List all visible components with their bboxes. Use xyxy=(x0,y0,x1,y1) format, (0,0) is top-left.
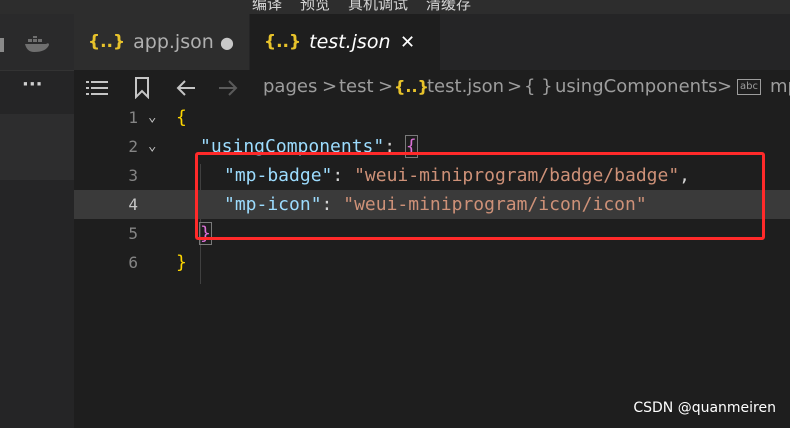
object-icon: { } xyxy=(524,76,553,97)
split-icon[interactable] xyxy=(0,38,6,52)
breadcrumb-mp[interactable]: mp xyxy=(770,76,790,97)
json-file-icon: {..} xyxy=(88,32,126,52)
sidebar: ··· xyxy=(0,14,74,428)
json-file-icon: {..} xyxy=(264,32,302,52)
sidebar-selected-row[interactable] xyxy=(0,114,74,180)
brace: } xyxy=(176,252,187,273)
breadcrumb-pages[interactable]: pages xyxy=(263,76,317,97)
line-number: 5 xyxy=(128,224,138,243)
clear-cache-button[interactable]: 清缓存 xyxy=(426,0,471,14)
fold-chevron-icon[interactable]: ⌄ xyxy=(148,103,156,132)
line-number: 6 xyxy=(128,253,138,272)
docker-icon[interactable] xyxy=(24,36,50,54)
breadcrumb-test-json[interactable]: test.json xyxy=(427,76,504,97)
sidebar-header xyxy=(0,14,74,70)
compile-button[interactable]: 编译 xyxy=(252,0,282,14)
string-icon: abc xyxy=(737,79,761,95)
preview-button[interactable]: 预览 xyxy=(300,0,330,14)
breadcrumb-separator: > xyxy=(322,76,338,97)
line-number: 1 xyxy=(128,108,138,127)
real-device-debug-button[interactable]: 真机调试 xyxy=(348,0,408,14)
more-icon[interactable]: ··· xyxy=(22,74,43,95)
highlight-annotation-box xyxy=(195,152,765,240)
fold-chevron-icon[interactable]: ⌄ xyxy=(148,132,156,161)
line-number: 4 xyxy=(128,195,138,214)
breadcrumb-separator: > xyxy=(717,76,733,97)
line-number: 3 xyxy=(128,166,138,185)
breadcrumb-test[interactable]: test xyxy=(339,76,374,97)
close-icon[interactable]: ✕ xyxy=(400,32,415,53)
code-line[interactable]: 6 } xyxy=(74,248,790,277)
unsaved-dot-icon[interactable]: ● xyxy=(220,33,234,52)
brace: { xyxy=(176,107,187,128)
breadcrumb-using-components[interactable]: usingComponents xyxy=(555,76,718,97)
tab-test-json[interactable]: {..} test.json ✕ xyxy=(250,14,440,70)
breadcrumb: pages > test > {..} test.json > { } usin… xyxy=(74,70,790,106)
breadcrumb-separator: > xyxy=(507,76,523,97)
breadcrumb-separator: > xyxy=(378,76,394,97)
tab-label: app.json xyxy=(133,31,214,53)
back-arrow-icon[interactable] xyxy=(176,79,196,97)
tab-app-json[interactable]: {..} app.json ● xyxy=(74,14,249,70)
watermark: CSDN @quanmeiren xyxy=(633,400,776,416)
title-bar: 编译 预览 真机调试 清缓存 xyxy=(0,0,790,14)
toolbar-menu: 编译 预览 真机调试 清缓存 xyxy=(252,0,471,14)
code-line[interactable]: 1 ⌄ { xyxy=(74,103,790,132)
forward-arrow-icon[interactable] xyxy=(218,79,238,97)
sidebar-divider xyxy=(0,70,74,71)
json-file-icon: {..} xyxy=(394,77,429,96)
tab-bar: {..} app.json ● {..} test.json ✕ xyxy=(74,14,790,70)
line-number: 2 xyxy=(128,137,138,156)
tab-label: test.json xyxy=(309,31,391,53)
list-icon[interactable] xyxy=(86,79,108,97)
bookmark-icon[interactable] xyxy=(134,77,150,99)
